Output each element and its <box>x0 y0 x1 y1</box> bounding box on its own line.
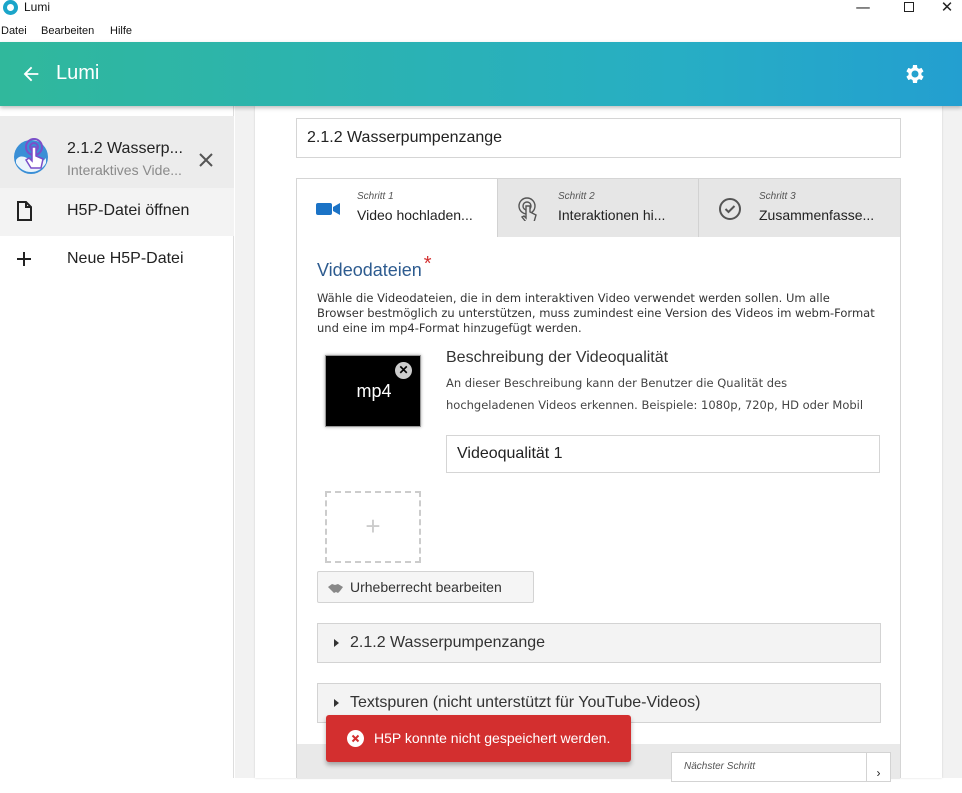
collapsible-label: 2.1.2 Wasserpumpenzange <box>350 634 546 651</box>
interactive-video-icon <box>14 138 48 174</box>
close-window-button[interactable]: ✕ <box>932 0 962 20</box>
quality-description: An dieser Beschreibung kann der Benutzer… <box>446 376 864 412</box>
video-format-label: mp4 <box>356 381 392 401</box>
minimize-button[interactable]: — <box>840 0 886 20</box>
quality-title: Beschreibung der Videoqualität <box>446 349 669 366</box>
maximize-button[interactable] <box>886 0 932 20</box>
tab-step: Schritt 1 <box>357 191 394 202</box>
toast-message: H5P konnte nicht gespeichert werden. <box>374 730 611 746</box>
close-icon[interactable] <box>196 150 216 170</box>
tab-interactions[interactable]: Schritt 2 Interaktionen hi... <box>498 179 699 237</box>
title-bar: Lumi — ✕ <box>0 0 962 22</box>
handshake-icon <box>328 584 343 593</box>
open-h5p-button[interactable]: H5P-Datei öffnen <box>0 188 234 236</box>
tab-video-upload[interactable]: Schritt 1 Video hochladen... <box>297 179 498 237</box>
video-files-heading: Videodateien * <box>317 253 432 282</box>
video-thumbnail[interactable]: mp4 ✕ <box>325 355 421 427</box>
interactive-video-editor: Schritt 1 Video hochladen... Schritt 2 I… <box>296 178 901 782</box>
tab-label: Video hochladen... <box>357 207 473 223</box>
editor-panel: 2.1.2 Wasserpumpenzange Schritt 1 Video … <box>255 106 942 782</box>
wizard-tabs: Schritt 1 Video hochladen... Schritt 2 I… <box>297 179 900 237</box>
error-toast: H5P konnte nicht gespeichert werden. <box>326 715 631 762</box>
file-icon <box>17 201 32 221</box>
tab-label: Interaktionen hi... <box>558 207 666 223</box>
file-type: Interaktives Vide... <box>67 162 182 178</box>
copyright-label: Urheberrecht bearbeiten <box>350 579 502 595</box>
lumi-app-icon <box>3 0 18 15</box>
collapsible-section[interactable]: 2.1.2 Wasserpumpenzange <box>317 623 881 663</box>
section-title: Videodateien <box>317 260 422 280</box>
tab-summary[interactable]: Schritt 3 Zusammenfasse... <box>699 179 900 237</box>
app-header: Lumi <box>0 42 962 106</box>
arrow-back-icon[interactable] <box>20 63 42 85</box>
quality-input[interactable]: Videoqualität 1 <box>446 435 880 473</box>
open-file-entry[interactable]: 2.1.2 Wasserp... Interaktives Vide... <box>0 116 234 192</box>
next-step-label: Nächster Schritt <box>684 761 756 772</box>
caret-right-icon <box>334 639 339 647</box>
content-area: 2.1.2 Wasserpumpenzange Schritt 1 Video … <box>235 106 962 782</box>
tab-step: Schritt 3 <box>759 191 796 202</box>
title-input[interactable]: 2.1.2 Wasserpumpenzange <box>296 118 901 158</box>
tab-step: Schritt 2 <box>558 191 595 202</box>
touch-icon <box>518 197 537 221</box>
caret-right-icon <box>334 699 339 707</box>
add-video-button[interactable]: + <box>325 491 421 563</box>
open-h5p-label: H5P-Datei öffnen <box>67 202 190 219</box>
collapsible-label: Textspuren (nicht unterstützt für YouTub… <box>350 694 701 711</box>
header-title: Lumi <box>56 62 100 84</box>
window-title: Lumi <box>24 0 51 14</box>
menu-bearbeiten[interactable]: Bearbeiten <box>41 25 94 37</box>
edit-copyright-button[interactable]: Urheberrecht bearbeiten <box>317 571 534 603</box>
new-h5p-button[interactable]: Neue H5P-Datei <box>0 236 234 284</box>
menu-datei[interactable]: Datei <box>1 25 27 37</box>
tab-label: Zusammenfasse... <box>759 207 875 223</box>
plus-icon: + <box>365 511 381 541</box>
new-h5p-label: Neue H5P-Datei <box>67 250 184 267</box>
menu-bar: Datei Bearbeiten Hilfe <box>0 22 962 42</box>
check-circle-icon <box>719 198 741 220</box>
menu-hilfe[interactable]: Hilfe <box>110 25 132 37</box>
section-description: Wähle die Videodateien, die in dem inter… <box>317 291 875 335</box>
gear-icon[interactable] <box>902 62 926 86</box>
error-icon <box>347 730 364 747</box>
remove-video-icon[interactable]: ✕ <box>395 362 412 379</box>
required-mark: * <box>423 253 432 275</box>
sidebar: 2.1.2 Wasserp... Interaktives Vide... H5… <box>0 106 234 778</box>
video-camera-icon <box>316 203 340 215</box>
plus-icon <box>17 252 31 266</box>
file-name: 2.1.2 Wasserp... <box>67 140 183 157</box>
